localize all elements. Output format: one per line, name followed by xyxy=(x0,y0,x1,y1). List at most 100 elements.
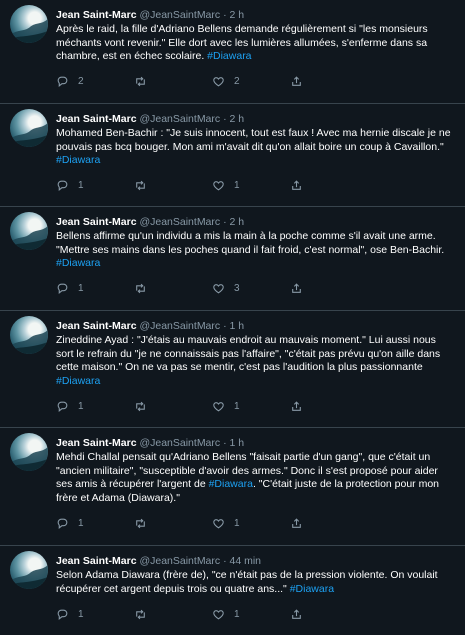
avatar[interactable] xyxy=(10,316,48,354)
reply-button[interactable]: 1 xyxy=(56,517,134,530)
reply-count: 1 xyxy=(78,180,84,192)
tweet[interactable]: Jean Saint-Marc @JeanSaintMarc · 44 min … xyxy=(0,546,465,635)
share-button[interactable] xyxy=(290,517,368,530)
timestamp[interactable]: 1 h xyxy=(230,437,245,449)
tweet[interactable]: Jean Saint-Marc @JeanSaintMarc · 2 h Bel… xyxy=(0,207,465,311)
tweet-text: Mehdi Challal pensait qu'Adriano Bellens… xyxy=(56,451,455,505)
reply-icon xyxy=(57,76,68,88)
reply-button[interactable]: 1 xyxy=(56,282,134,295)
avatar[interactable] xyxy=(10,5,48,43)
avatar[interactable] xyxy=(10,551,48,589)
like-button[interactable]: 1 xyxy=(212,400,290,413)
like-button[interactable]: 1 xyxy=(212,608,290,621)
separator: · xyxy=(223,555,227,567)
separator: · xyxy=(223,113,227,125)
like-count: 1 xyxy=(234,608,240,620)
tweet-text-content: Selon Adama Diawara (frère de), "ce n'ét… xyxy=(56,569,438,595)
hashtag-link[interactable]: #Diawara xyxy=(56,154,100,166)
share-icon xyxy=(292,76,301,87)
hashtag-link[interactable]: #Diawara xyxy=(207,50,251,62)
timestamp[interactable]: 2 h xyxy=(230,216,245,228)
reply-button[interactable]: 1 xyxy=(56,179,134,192)
share-button[interactable] xyxy=(290,400,368,413)
like-button[interactable]: 1 xyxy=(212,179,290,192)
tweet-text-content: Bellens affirme qu'un individu a mis la … xyxy=(56,230,445,256)
reply-icon xyxy=(57,283,68,295)
retweet-icon xyxy=(136,401,145,412)
tweet-actions: 1 1 xyxy=(56,600,455,628)
like-button[interactable]: 2 xyxy=(212,75,290,88)
reply-count: 1 xyxy=(78,517,84,529)
timestamp[interactable]: 2 h xyxy=(230,113,245,125)
tweet-header: Jean Saint-Marc @JeanSaintMarc · 44 min xyxy=(56,555,455,568)
share-button[interactable] xyxy=(290,608,368,621)
reply-count: 1 xyxy=(78,283,84,295)
retweet-icon xyxy=(136,77,145,87)
retweet-button[interactable] xyxy=(134,608,212,621)
separator: · xyxy=(223,320,227,332)
author-name[interactable]: Jean Saint-Marc xyxy=(56,437,137,449)
avatar[interactable] xyxy=(10,109,48,147)
tweet-text: Selon Adama Diawara (frère de), "ce n'ét… xyxy=(56,569,455,596)
tweet-actions: 1 1 xyxy=(56,392,455,420)
like-button[interactable]: 3 xyxy=(212,282,290,295)
hashtag-link[interactable]: #Diawara xyxy=(290,583,334,595)
avatar[interactable] xyxy=(10,433,48,471)
retweet-icon xyxy=(136,609,145,619)
retweet-button[interactable] xyxy=(134,400,212,413)
author-handle[interactable]: @JeanSaintMarc xyxy=(139,9,220,21)
tweet[interactable]: Jean Saint-Marc @JeanSaintMarc · 2 h Moh… xyxy=(0,104,465,207)
hashtag-link[interactable]: #Diawara xyxy=(56,257,100,269)
retweet-button[interactable] xyxy=(134,75,212,88)
timestamp[interactable]: 44 min xyxy=(230,555,262,567)
retweet-button[interactable] xyxy=(134,517,212,530)
reply-icon xyxy=(57,609,68,620)
avatar[interactable] xyxy=(10,212,48,250)
author-name[interactable]: Jean Saint-Marc xyxy=(56,320,137,332)
author-handle[interactable]: @JeanSaintMarc xyxy=(139,320,220,332)
author-handle[interactable]: @JeanSaintMarc xyxy=(139,555,220,567)
retweet-icon xyxy=(136,181,145,191)
tweet-text-content: Mohamed Ben-Bachir : "Je suis innocent, … xyxy=(56,127,451,153)
timestamp[interactable]: 2 h xyxy=(230,9,245,21)
author-name[interactable]: Jean Saint-Marc xyxy=(56,113,137,125)
like-button[interactable]: 1 xyxy=(212,517,290,530)
reply-count: 1 xyxy=(78,400,84,412)
reply-button[interactable]: 2 xyxy=(56,75,134,88)
tweet[interactable]: Jean Saint-Marc @JeanSaintMarc · 2 h Apr… xyxy=(0,0,465,104)
retweet-icon xyxy=(136,284,145,294)
retweet-button[interactable] xyxy=(134,179,212,192)
heart-icon xyxy=(213,609,224,620)
timestamp[interactable]: 1 h xyxy=(230,320,245,332)
author-handle[interactable]: @JeanSaintMarc xyxy=(139,437,220,449)
heart-icon xyxy=(213,77,224,87)
share-button[interactable] xyxy=(290,75,368,88)
author-name[interactable]: Jean Saint-Marc xyxy=(56,216,137,228)
reply-button[interactable]: 1 xyxy=(56,400,134,413)
reply-button[interactable]: 1 xyxy=(56,608,134,621)
tweet-text: Bellens affirme qu'un individu a mis la … xyxy=(56,230,455,271)
author-handle[interactable]: @JeanSaintMarc xyxy=(139,216,220,228)
retweet-button[interactable] xyxy=(134,282,212,295)
share-button[interactable] xyxy=(290,282,368,295)
tweet[interactable]: Jean Saint-Marc @JeanSaintMarc · 1 h Zin… xyxy=(0,311,465,428)
reply-icon xyxy=(57,180,68,192)
share-icon xyxy=(292,518,301,528)
tweet-header: Jean Saint-Marc @JeanSaintMarc · 2 h xyxy=(56,113,455,126)
like-count: 3 xyxy=(234,283,240,295)
author-name[interactable]: Jean Saint-Marc xyxy=(56,9,137,21)
hashtag-link[interactable]: #Diawara xyxy=(209,478,253,490)
retweet-icon xyxy=(136,518,145,529)
tweet-text-content: Zineddine Ayad : "J'étais au mauvais end… xyxy=(56,334,441,374)
author-handle[interactable]: @JeanSaintMarc xyxy=(139,113,220,125)
hashtag-link[interactable]: #Diawara xyxy=(56,375,100,387)
reply-icon xyxy=(57,518,68,529)
share-icon xyxy=(292,283,301,294)
heart-icon xyxy=(213,181,224,191)
tweet[interactable]: Jean Saint-Marc @JeanSaintMarc · 1 h Meh… xyxy=(0,428,465,546)
author-name[interactable]: Jean Saint-Marc xyxy=(56,555,137,567)
reply-icon xyxy=(57,401,68,412)
share-button[interactable] xyxy=(290,179,368,192)
separator: · xyxy=(223,216,227,228)
tweet-header: Jean Saint-Marc @JeanSaintMarc · 1 h xyxy=(56,437,455,450)
